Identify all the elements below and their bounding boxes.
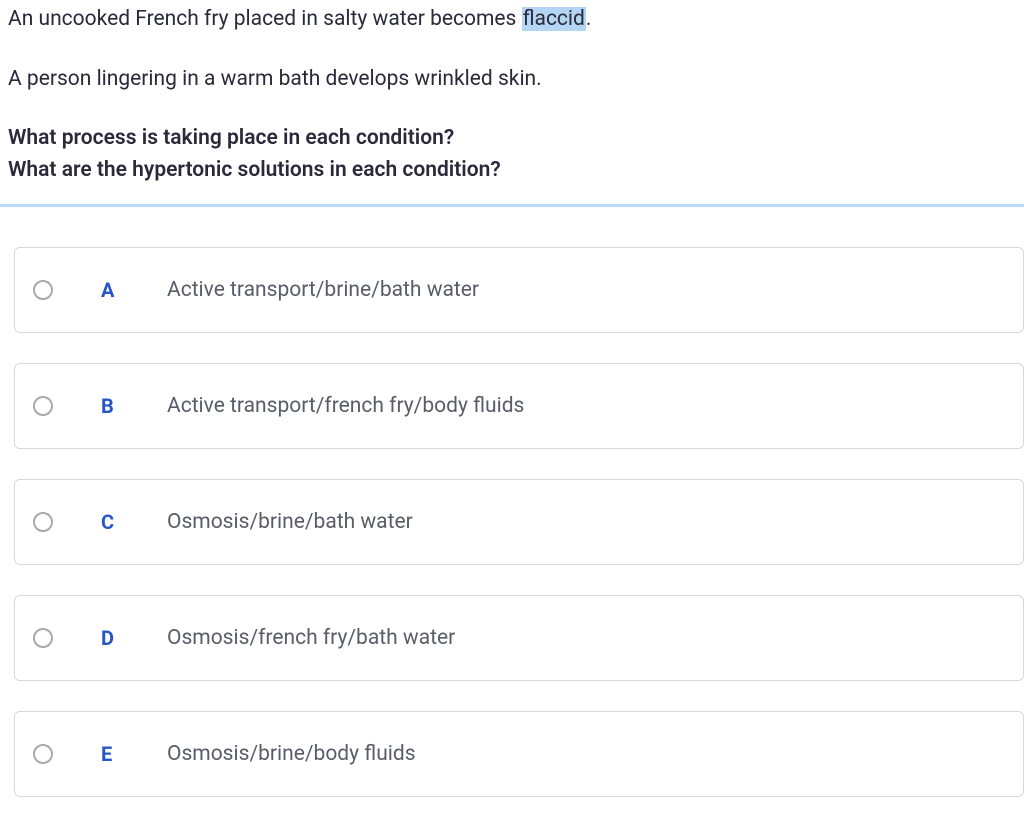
options-container: A Active transport/brine/bath water B Ac… <box>0 207 1024 797</box>
option-letter: A <box>101 278 129 302</box>
radio-icon[interactable] <box>33 396 53 416</box>
radio-icon[interactable] <box>33 280 53 300</box>
option-b[interactable]: B Active transport/french fry/body fluid… <box>14 363 1024 449</box>
question-prompt: What process is taking place in each con… <box>8 123 1016 186</box>
option-a[interactable]: A Active transport/brine/bath water <box>14 247 1024 333</box>
option-letter: B <box>101 394 129 418</box>
highlighted-word: flaccid <box>522 7 586 31</box>
option-c[interactable]: C Osmosis/brine/bath water <box>14 479 1024 565</box>
question-line-1-suffix: . <box>586 7 592 31</box>
option-letter: E <box>101 742 129 766</box>
option-text: Osmosis/brine/body fluids <box>167 742 416 766</box>
radio-icon[interactable] <box>33 512 53 532</box>
option-letter: C <box>101 510 129 534</box>
question-line-3: What process is taking place in each con… <box>8 126 454 150</box>
question-line-4: What are the hypertonic solutions in eac… <box>8 158 501 182</box>
option-e[interactable]: E Osmosis/brine/body fluids <box>14 711 1024 797</box>
radio-icon[interactable] <box>33 628 53 648</box>
option-text: Active transport/french fry/body fluids <box>167 394 524 418</box>
option-text: Osmosis/french fry/bath water <box>167 626 455 650</box>
option-text: Osmosis/brine/bath water <box>167 510 413 534</box>
option-d[interactable]: D Osmosis/french fry/bath water <box>14 595 1024 681</box>
question-line-1-prefix: An uncooked French fry placed in salty w… <box>8 7 522 31</box>
question-line-1: An uncooked French fry placed in salty w… <box>8 4 1016 36</box>
radio-icon[interactable] <box>33 744 53 764</box>
question-line-2: A person lingering in a warm bath develo… <box>8 64 1016 96</box>
option-letter: D <box>101 626 129 650</box>
option-text: Active transport/brine/bath water <box>167 278 479 302</box>
question-text-block: An uncooked French fry placed in salty w… <box>0 0 1024 186</box>
